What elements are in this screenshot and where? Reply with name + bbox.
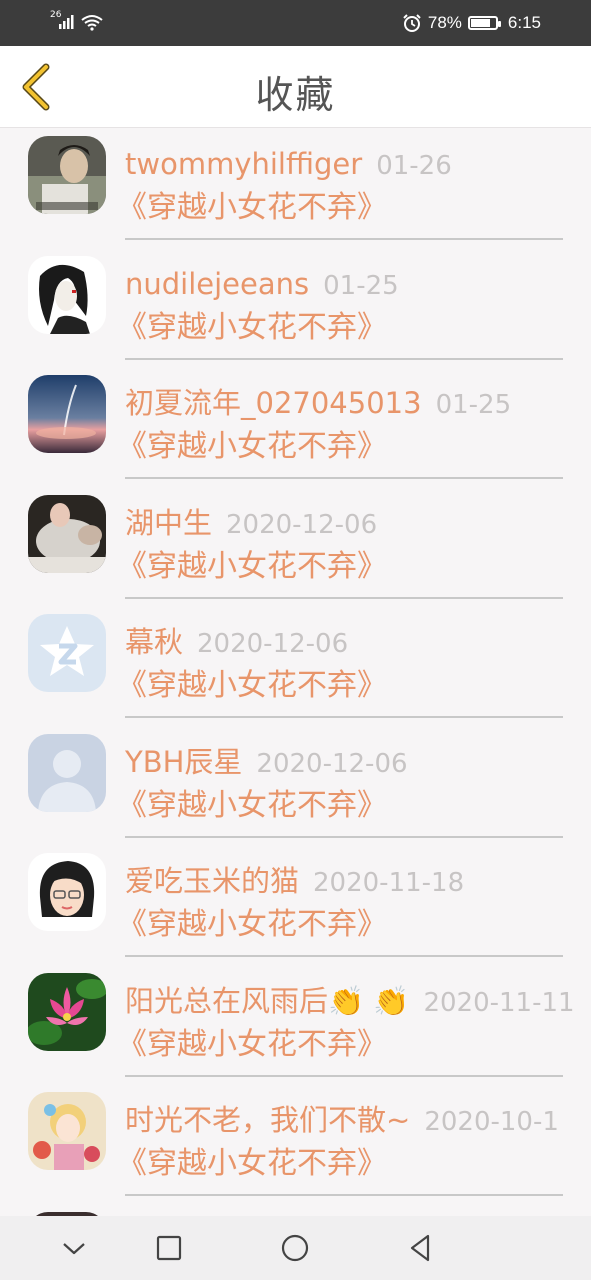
favorite-date: 2020-10-1 (424, 1107, 559, 1137)
avatar[interactable] (28, 972, 106, 1051)
book-title[interactable]: 《穿越小女花不弃》 (117, 905, 563, 945)
favorite-date: 2020-12-06 (197, 629, 349, 659)
signal-wifi-icons: 26 (50, 10, 110, 34)
user-name: twommyhilffiger (125, 147, 363, 181)
avatar[interactable] (28, 853, 106, 931)
status-right: 78% 6:15 (402, 11, 541, 35)
favorite-date: 01-25 (435, 390, 512, 420)
avatar[interactable] (28, 733, 106, 812)
avatar[interactable] (28, 136, 106, 214)
avatar[interactable] (28, 375, 106, 453)
book-title[interactable]: 《穿越小女花不弃》 (117, 427, 563, 467)
battery-percent: 78% (427, 13, 462, 32)
user-name: 初夏流年_027045013 (125, 386, 422, 420)
user-name: 湖中生 (125, 505, 213, 540)
recent-apps-icon[interactable] (153, 1232, 185, 1264)
avatar[interactable] (28, 614, 106, 692)
book-title[interactable]: 《穿越小女花不弃》 (117, 666, 563, 706)
book-title[interactable]: 《穿越小女花不弃》 (117, 1025, 563, 1065)
book-title[interactable]: 《穿越小女花不弃》 (117, 188, 563, 228)
user-name: nudilejeeans (125, 266, 310, 301)
book-title[interactable]: 《穿越小女花不弃》 (117, 786, 563, 826)
book-title[interactable]: 《穿越小女花不弃》 (117, 1144, 563, 1184)
list-item[interactable]: 时光不老，我们不散~ 2020-10-1 《穿越小女花不弃》 (0, 1084, 591, 1204)
favorites-list: twommyhilffiger 01-26 《穿越小女花不弃》 nudilejee… (0, 128, 591, 1216)
avatar[interactable] (28, 494, 106, 573)
list-item[interactable]: nudilejeeans 01-25 《穿越小女花不弃》 (0, 248, 591, 368)
list-item[interactable]: 爱吃玉米的猫 2020-11-18 《穿越小女花不弃》 (0, 845, 591, 965)
user-name: 阳光总在风雨后👏 👏 (125, 983, 410, 1018)
user-name: 爱吃玉米的猫 (125, 864, 300, 898)
list-item[interactable]: twommyhilffiger 01-26 《穿越小女花不弃》 (0, 128, 591, 248)
list-item[interactable]: YBH辰星 2020-12-06 《穿越小女花不弃》 (0, 726, 591, 846)
favorite-date: 2020-12-06 (226, 509, 378, 540)
network-label: 26 (50, 10, 62, 20)
status-bar: 26 78% 6:15 (0, 0, 591, 46)
user-name: 时光不老，我们不散~ (125, 1103, 411, 1137)
book-title[interactable]: 《穿越小女花不弃》 (117, 308, 563, 348)
back-nav-icon[interactable] (404, 1232, 436, 1264)
favorite-date: 01-26 (376, 151, 452, 181)
battery-icon (467, 16, 501, 30)
avatar[interactable] (28, 1092, 106, 1170)
list-item[interactable]: 幕秋 2020-12-06 《穿越小女花不弃》 (0, 606, 591, 726)
chevron-down-icon[interactable] (58, 1232, 90, 1264)
page-title: 收藏 (255, 73, 336, 117)
list-item[interactable]: 湖中生 2020-12-06 《穿越小女花不弃》 (0, 487, 591, 607)
list-item[interactable]: 阳光总在风雨后👏 👏 2020-11-11 《穿越小女花不弃》 (0, 965, 591, 1085)
favorite-date: 2020-11-18 (313, 868, 465, 898)
book-title[interactable]: 《穿越小女花不弃》 (117, 547, 563, 587)
list-item[interactable]: 初夏流年_027045013 01-25 《穿越小女花不弃》 (0, 367, 591, 487)
home-icon[interactable] (279, 1232, 311, 1264)
wifi-icon (81, 15, 103, 27)
top-bar: 收藏 (0, 46, 591, 128)
user-name: 幕秋 (125, 625, 184, 659)
alarm-icon (403, 14, 421, 32)
favorite-date: 2020-11-11 (423, 987, 575, 1018)
system-nav-bar (0, 1216, 591, 1280)
avatar[interactable] (28, 255, 106, 334)
user-name: YBH辰星 (125, 744, 243, 779)
status-time: 6:15 (507, 13, 541, 32)
favorite-date: 2020-12-06 (256, 748, 408, 779)
list-item-partial[interactable] (0, 1204, 591, 1216)
favorite-date: 01-25 (323, 270, 399, 301)
